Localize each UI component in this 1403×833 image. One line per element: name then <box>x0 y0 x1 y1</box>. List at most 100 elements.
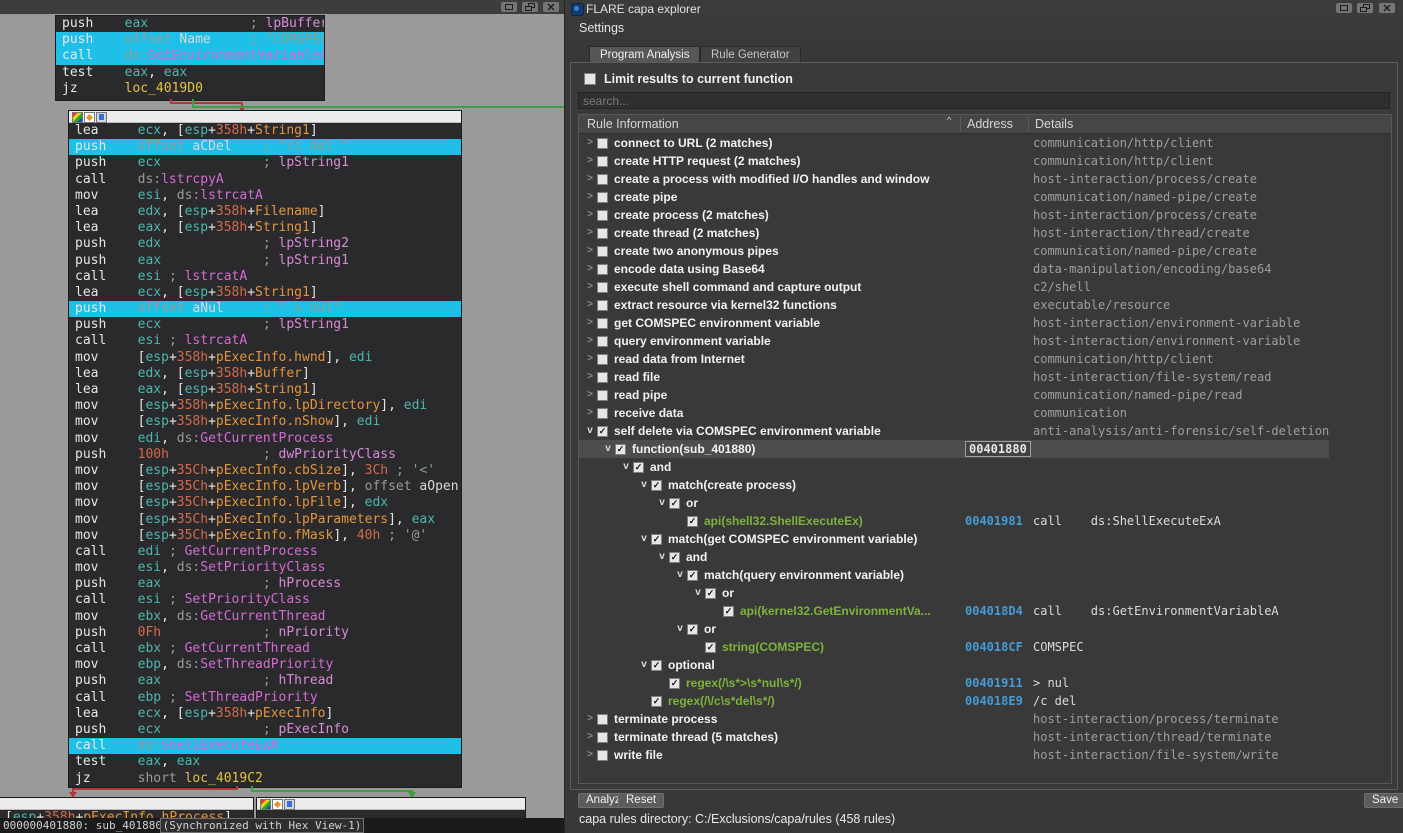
row-checkbox[interactable]: ✓ <box>687 570 698 581</box>
expand-icon[interactable]: > <box>583 260 597 278</box>
address-value[interactable]: 00401981 <box>965 512 1023 530</box>
collapse-icon[interactable]: v <box>655 548 669 566</box>
expand-icon[interactable]: > <box>583 188 597 206</box>
row-checkbox[interactable]: ✓ <box>669 552 680 563</box>
collapse-icon[interactable]: v <box>619 458 633 476</box>
row-checkbox[interactable] <box>597 408 608 419</box>
asm-line[interactable]: push ecx ; lpString1 <box>69 317 461 333</box>
asm-line[interactable]: push offset Name ; "COMSPEC" <box>56 32 324 48</box>
rule-row[interactable]: >create HTTP request (2 matches)communic… <box>579 152 1391 170</box>
rule-row[interactable]: >create pipecommunication/named-pipe/cre… <box>579 188 1391 206</box>
row-checkbox[interactable]: ✓ <box>723 606 734 617</box>
collapse-icon[interactable]: v <box>637 476 651 494</box>
row-checkbox[interactable]: ✓ <box>687 624 698 635</box>
expand-icon[interactable]: > <box>583 296 597 314</box>
node-color-icon[interactable] <box>260 799 271 810</box>
asm-line[interactable]: lea edx, [esp+358h+Buffer] <box>69 366 461 382</box>
address-value[interactable]: 004018E9 <box>965 692 1023 710</box>
rule-row[interactable]: >read data from Internetcommunication/ht… <box>579 350 1391 368</box>
asm-line[interactable]: lea ecx, [esp+358h+pExecInfo] <box>69 706 461 722</box>
asm-line[interactable]: lea ecx, [esp+358h+String1] <box>69 285 461 301</box>
asm-line[interactable]: mov esi, ds:SetPriorityClass <box>69 560 461 576</box>
row-checkbox[interactable]: ✓ <box>651 660 662 671</box>
address-value[interactable]: 00401880 <box>965 441 1031 457</box>
rule-row[interactable]: v✓optional <box>579 656 1391 674</box>
rule-row[interactable]: >encode data using Base64data-manipulati… <box>579 260 1391 278</box>
row-checkbox[interactable]: ✓ <box>651 480 662 491</box>
row-checkbox[interactable]: ✓ <box>669 498 680 509</box>
graph-node-main[interactable]: lea ecx, [esp+358h+String1]push offset a… <box>68 110 462 788</box>
rule-row[interactable]: >query environment variablehost-interact… <box>579 332 1391 350</box>
asm-line[interactable]: mov [esp+35Ch+pExecInfo.lpFile], edx <box>69 495 461 511</box>
rule-row[interactable]: v✓match(create process) <box>579 476 1391 494</box>
search-input[interactable] <box>578 92 1390 109</box>
row-checkbox[interactable] <box>597 138 608 149</box>
asm-line[interactable]: push offset aNul ; " > nul" <box>69 301 461 317</box>
address-value[interactable]: 004018CF <box>965 638 1023 656</box>
rule-row[interactable]: >execute shell command and capture outpu… <box>579 278 1391 296</box>
asm-line[interactable]: mov ebp, ds:SetThreadPriority <box>69 657 461 673</box>
node-group-icon[interactable] <box>284 799 295 810</box>
asm-line[interactable]: jz loc_4019D0 <box>56 81 324 97</box>
asm-line[interactable]: push eax ; hProcess <box>69 576 461 592</box>
asm-line[interactable]: lea eax, [esp+358h+String1] <box>69 220 461 236</box>
expand-icon[interactable]: > <box>583 746 597 764</box>
collapse-icon[interactable]: v <box>601 440 615 458</box>
asm-line[interactable]: push ecx ; lpString1 <box>69 155 461 171</box>
rule-row[interactable]: v✓and <box>579 548 1391 566</box>
asm-line[interactable]: lea edx, [esp+358h+Filename] <box>69 204 461 220</box>
node-edit-icon[interactable] <box>272 799 283 810</box>
asm-block[interactable]: push eax ; lpBufferpush offset Name ; "C… <box>56 16 324 97</box>
node-group-icon[interactable] <box>96 112 107 123</box>
rule-row[interactable]: >read filehost-interaction/file-system/r… <box>579 368 1391 386</box>
asm-line[interactable]: call esi ; SetPriorityClass <box>69 592 461 608</box>
row-checkbox[interactable] <box>597 732 608 743</box>
expand-icon[interactable]: > <box>583 242 597 260</box>
expand-icon[interactable]: > <box>583 350 597 368</box>
asm-line[interactable]: call ebx ; GetCurrentThread <box>69 641 461 657</box>
rule-row[interactable]: ✓api(shell32.ShellExecuteEx)00401981call… <box>579 512 1391 530</box>
rule-row[interactable]: >receive datacommunication <box>579 404 1391 422</box>
row-checkbox[interactable]: ✓ <box>705 642 716 653</box>
row-checkbox[interactable] <box>597 354 608 365</box>
expand-icon[interactable]: > <box>583 278 597 296</box>
asm-line[interactable]: mov esi, ds:lstrcatA <box>69 188 461 204</box>
asm-line[interactable]: mov [esp+358h+pExecInfo.hwnd], edi <box>69 350 461 366</box>
limit-checkbox-row[interactable]: Limit results to current function <box>584 72 596 86</box>
row-checkbox[interactable] <box>597 372 608 383</box>
collapse-icon[interactable]: v <box>637 530 651 548</box>
expand-icon[interactable]: > <box>583 134 597 152</box>
rule-row[interactable]: >connect to URL (2 matches)communication… <box>579 134 1391 152</box>
rule-row[interactable]: v✓match(get COMSPEC environment variable… <box>579 530 1391 548</box>
row-checkbox[interactable] <box>597 336 608 347</box>
expand-icon[interactable]: > <box>583 152 597 170</box>
rule-row[interactable]: >get COMSPEC environment variablehost-in… <box>579 314 1391 332</box>
row-checkbox[interactable] <box>597 228 608 239</box>
capa-titlebar[interactable]: FLARE capa explorer <box>565 0 1403 18</box>
rule-row[interactable]: v✓or <box>579 584 1391 602</box>
asm-line[interactable]: push offset aCDel ; "/c del " <box>69 139 461 155</box>
rule-row[interactable]: ✓regex(/\s*>\s*nul\s*/)00401911> nul <box>579 674 1391 692</box>
rule-row[interactable]: >create process (2 matches)host-interact… <box>579 206 1391 224</box>
asm-block[interactable]: lea ecx, [esp+358h+String1]push offset a… <box>69 123 461 787</box>
collapse-icon[interactable]: v <box>673 566 687 584</box>
menu-settings[interactable]: Settings <box>573 20 630 36</box>
expand-icon[interactable]: > <box>583 224 597 242</box>
expand-icon[interactable]: > <box>583 386 597 404</box>
row-checkbox[interactable] <box>597 390 608 401</box>
asm-line[interactable]: call esi ; lstrcatA <box>69 333 461 349</box>
collapse-icon[interactable]: v <box>691 584 705 602</box>
asm-line[interactable]: lea eax, [esp+358h+String1] <box>69 382 461 398</box>
node-header[interactable] <box>69 111 461 123</box>
close-icon[interactable] <box>1379 3 1395 13</box>
expand-icon[interactable]: > <box>583 170 597 188</box>
rule-row[interactable]: ✓regex(/\/c\s*del\s*/)004018E9/c del <box>579 692 1391 710</box>
rule-row[interactable]: >read pipecommunication/named-pipe/read <box>579 386 1391 404</box>
save-button[interactable]: Save <box>1364 793 1403 808</box>
asm-line[interactable]: test eax, eax <box>69 754 461 770</box>
asm-line[interactable]: test eax, eax <box>56 65 324 81</box>
expand-icon[interactable]: > <box>583 314 597 332</box>
asm-line[interactable]: call edi ; GetCurrentProcess <box>69 544 461 560</box>
asm-line[interactable]: push eax ; lpString1 <box>69 253 461 269</box>
row-checkbox[interactable]: ✓ <box>597 426 608 437</box>
